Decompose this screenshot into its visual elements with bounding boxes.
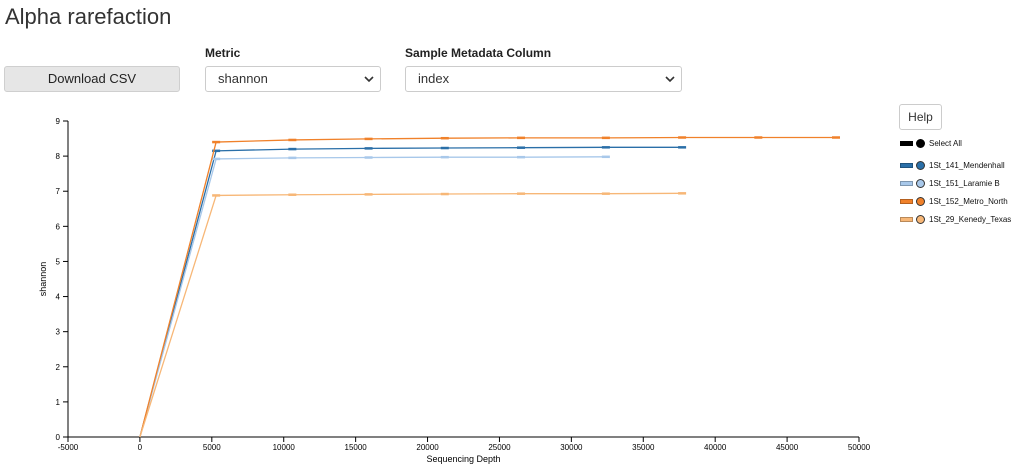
y-tick-label: 1 — [56, 398, 61, 407]
x-tick-label: -5000 — [58, 443, 79, 452]
y-tick-label: 5 — [56, 257, 61, 266]
x-tick-label: 35000 — [632, 443, 655, 452]
legend-item-1st-141-mendenhall[interactable]: 1St_141_Mendenhall — [900, 156, 1011, 174]
legend-dot-swatch — [916, 214, 925, 224]
series-line — [139, 156, 606, 438]
legend-line-swatch — [900, 180, 913, 186]
chevron-down-icon — [665, 76, 675, 83]
legend-dot-swatch — [916, 160, 925, 170]
legend-label: 1St_29_Kenedy_Texas — [929, 214, 1012, 224]
x-tick-label: 45000 — [776, 443, 799, 452]
rarefaction-chart: 0123456789-5000 0 5000 10000 15000 20000 25000… — [38, 117, 871, 464]
metric-select[interactable]: shannon — [205, 66, 381, 92]
x-tick-label: 5000 — [203, 443, 221, 452]
legend: Select All 1St_141_Mendenhall 1St_151_La… — [900, 134, 1011, 228]
legend-item-1st-152-metro-north[interactable]: 1St_152_Metro_North — [900, 192, 1011, 210]
legend-label: 1St_151_Laramie B — [929, 178, 1000, 188]
legend-item-1st-29-kenedy-texas[interactable]: 1St_29_Kenedy_Texas — [900, 210, 1011, 228]
y-tick-label: 0 — [56, 433, 61, 442]
legend-label: 1St_141_Mendenhall — [929, 160, 1005, 170]
metric-select-value: shannon — [218, 71, 268, 86]
legend-select-all[interactable]: Select All — [900, 134, 1011, 152]
x-tick-label: 15000 — [345, 443, 368, 452]
metadata-column-select-value: index — [418, 71, 450, 86]
legend-label: Select All — [929, 138, 962, 148]
series-line — [139, 146, 683, 438]
chevron-down-icon — [364, 76, 374, 83]
x-tick-label: 10000 — [273, 443, 296, 452]
y-tick-label: 8 — [56, 152, 61, 161]
legend-label: 1St_152_Metro_North — [929, 196, 1008, 206]
x-tick-label: 0 — [138, 443, 143, 452]
x-axis-label: Sequencing Depth — [426, 454, 500, 464]
y-axis-label: shannon — [38, 262, 48, 297]
x-tick-label: 40000 — [704, 443, 727, 452]
y-tick-label: 7 — [56, 187, 61, 196]
legend-item-1st-151-laramie-b[interactable]: 1St_151_Laramie B — [900, 174, 1011, 192]
x-tick-label: 30000 — [560, 443, 583, 452]
metadata-column-select[interactable]: index — [405, 66, 682, 92]
series-line — [139, 136, 836, 438]
legend-dot-swatch — [916, 178, 925, 188]
legend-dot-swatch — [916, 138, 925, 148]
metadata-column-label: Sample Metadata Column — [405, 46, 552, 60]
y-tick-label: 3 — [56, 328, 61, 337]
help-button[interactable]: Help — [899, 104, 942, 130]
legend-line-swatch — [900, 216, 913, 222]
metric-label: Metric — [205, 46, 241, 60]
x-tick-label: 50000 — [848, 443, 871, 452]
y-tick-label: 2 — [56, 363, 61, 372]
legend-line-swatch — [900, 140, 913, 146]
page-title: Alpha rarefaction — [5, 4, 172, 29]
legend-line-swatch — [900, 198, 913, 204]
download-csv-button[interactable]: Download CSV — [4, 66, 180, 92]
y-tick-label: 9 — [56, 117, 61, 126]
y-tick-label: 4 — [56, 293, 61, 302]
legend-line-swatch — [900, 162, 913, 168]
series-line — [139, 192, 683, 438]
x-tick-label: 20000 — [416, 443, 439, 452]
y-tick-label: 6 — [56, 222, 61, 231]
legend-dot-swatch — [916, 196, 925, 206]
x-tick-label: 25000 — [488, 443, 511, 452]
